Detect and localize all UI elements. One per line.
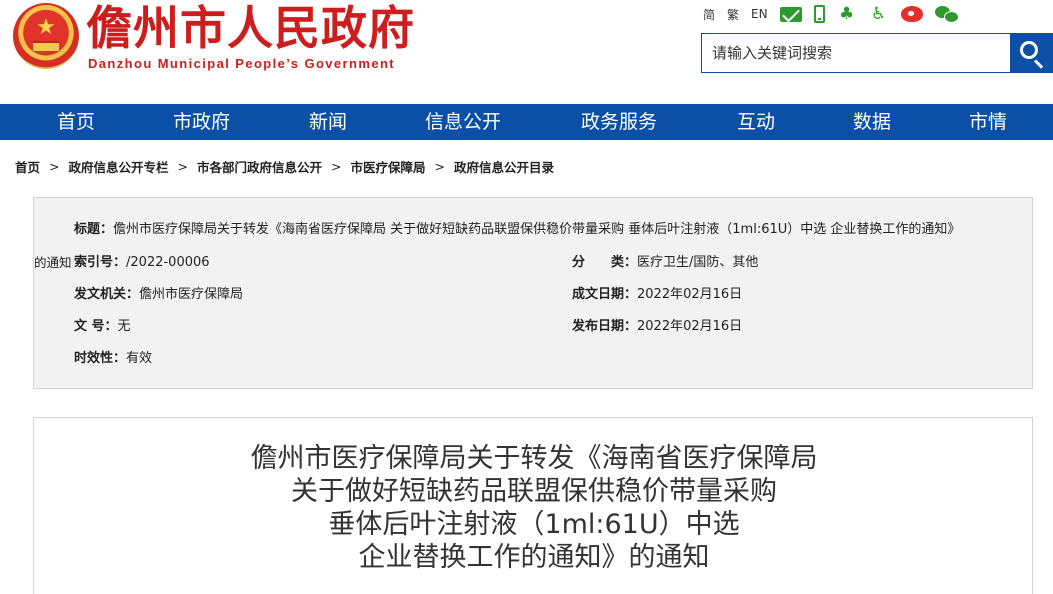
meta-issuer-label: 发文机关： bbox=[74, 287, 140, 302]
meta-issuer: 发文机关：儋州市医疗保障局 bbox=[74, 286, 243, 304]
nav-interaction[interactable]: 互动 bbox=[737, 104, 775, 140]
nav-data[interactable]: 数据 bbox=[853, 104, 891, 140]
nav-services[interactable]: 政务服务 bbox=[581, 104, 657, 140]
mobile-icon[interactable] bbox=[813, 5, 825, 23]
meta-published-value: 2022年02月16日 bbox=[637, 319, 743, 334]
top-utility-links: 简 繁 EN ♣ ♿ bbox=[703, 4, 969, 24]
meta-published-date: 发布日期：2022年02月16日 bbox=[572, 318, 742, 336]
simplified-chinese-link[interactable]: 简 bbox=[703, 6, 715, 23]
search-input[interactable] bbox=[702, 34, 1010, 72]
search-box bbox=[701, 33, 1053, 73]
breadcrumb-info-catalog[interactable]: 政府信息公开目录 bbox=[454, 157, 554, 176]
meta-issuer-value: 儋州市医疗保障局 bbox=[139, 287, 244, 302]
meta-title-label: 标题： bbox=[74, 222, 114, 237]
wechat-icon[interactable] bbox=[934, 5, 959, 23]
meta-doc-number: 文 号：无 bbox=[74, 318, 131, 336]
breadcrumb-separator: > bbox=[177, 158, 188, 174]
meta-category-value: 医疗卫生/国防、其他 bbox=[637, 255, 759, 270]
meta-created-label: 成文日期： bbox=[572, 287, 638, 302]
document-metadata-box: 标题：儋州市医疗保障局关于转发《海南省医疗保障局 关于做好短缺药品联盟保供稳价带… bbox=[33, 197, 1033, 389]
article-title: 儋州市医疗保障局关于转发《海南省医疗保障局 关于做好短缺药品联盟保供稳价带量采购… bbox=[34, 442, 1034, 574]
meta-docno-label: 文 号： bbox=[74, 319, 118, 334]
site-logo-title[interactable]: 儋州市人民政府 bbox=[86, 0, 415, 56]
elder-mode-icon[interactable]: ♣ bbox=[837, 5, 857, 23]
breadcrumb-separator: > bbox=[49, 158, 60, 174]
meta-category: 分 类：医疗卫生/国防、其他 bbox=[572, 254, 758, 272]
meta-title-continuation: 的通知 bbox=[34, 255, 72, 270]
nav-government[interactable]: 市政府 bbox=[173, 104, 230, 140]
nav-info-public[interactable]: 信息公开 bbox=[425, 104, 501, 140]
traditional-chinese-link[interactable]: 繁 bbox=[727, 6, 739, 23]
article-title-line: 企业替换工作的通知》的通知 bbox=[358, 542, 710, 573]
article-title-line: 关于做好短缺药品联盟保供稳价带量采购 bbox=[291, 476, 777, 507]
english-link[interactable]: EN bbox=[751, 7, 768, 21]
main-nav: 首页 市政府 新闻 信息公开 政务服务 互动 数据 市情 bbox=[0, 104, 1053, 140]
meta-created-value: 2022年02月16日 bbox=[637, 287, 743, 302]
meta-title: 标题：儋州市医疗保障局关于转发《海南省医疗保障局 关于做好短缺药品联盟保供稳价带… bbox=[74, 221, 1034, 239]
article-title-line: 儋州市医疗保障局关于转发《海南省医疗保障局 bbox=[250, 443, 818, 474]
article-title-line: 垂体后叶注射液（1ml:61U）中选 bbox=[328, 509, 740, 540]
breadcrumb-info-column[interactable]: 政府信息公开专栏 bbox=[69, 157, 169, 176]
site-logo-subtitle: Danzhou Municipal People’s Government bbox=[88, 56, 396, 71]
article-content: 儋州市医疗保障局关于转发《海南省医疗保障局 关于做好短缺药品联盟保供稳价带量采购… bbox=[33, 417, 1033, 594]
accessibility-icon[interactable]: ♿ bbox=[869, 5, 889, 23]
breadcrumb-departments[interactable]: 市各部门政府信息公开 bbox=[197, 157, 322, 176]
search-icon bbox=[1020, 41, 1038, 59]
nav-home[interactable]: 首页 bbox=[57, 104, 95, 140]
mail-icon[interactable] bbox=[779, 6, 802, 22]
nav-news[interactable]: 新闻 bbox=[309, 104, 347, 140]
nav-city-info[interactable]: 市情 bbox=[969, 104, 1007, 140]
meta-index-value: /2022-00006 bbox=[126, 255, 210, 270]
meta-validity-label: 时效性： bbox=[74, 351, 127, 366]
meta-title-value: 儋州市医疗保障局关于转发《海南省医疗保障局 关于做好短缺药品联盟保供稳价带量采购… bbox=[113, 222, 961, 237]
meta-validity-value: 有效 bbox=[126, 351, 153, 366]
meta-docno-value: 无 bbox=[117, 319, 131, 334]
meta-created-date: 成文日期：2022年02月16日 bbox=[572, 286, 742, 304]
gate-icon bbox=[33, 41, 59, 51]
search-button[interactable] bbox=[1010, 34, 1052, 72]
meta-category-label: 分 类： bbox=[572, 255, 638, 270]
breadcrumb: 首页 > 政府信息公开专栏 > 市各部门政府信息公开 > 市医疗保障局 > 政府… bbox=[15, 156, 554, 176]
breadcrumb-medical-bureau[interactable]: 市医疗保障局 bbox=[351, 157, 426, 176]
national-emblem-icon[interactable]: ★ bbox=[13, 3, 79, 69]
site-header: ★ 儋州市人民政府 Danzhou Municipal People’s Gov… bbox=[0, 0, 1053, 104]
meta-published-label: 发布日期： bbox=[572, 319, 638, 334]
breadcrumb-separator: > bbox=[331, 158, 342, 174]
meta-validity: 时效性：有效 bbox=[74, 350, 152, 368]
meta-index: 索引号：/2022-00006 bbox=[74, 254, 210, 272]
star-icon: ★ bbox=[36, 15, 56, 40]
weibo-icon[interactable] bbox=[900, 6, 923, 22]
breadcrumb-separator: > bbox=[434, 158, 445, 174]
meta-index-label: 索引号： bbox=[74, 255, 127, 270]
breadcrumb-home[interactable]: 首页 bbox=[15, 157, 40, 176]
